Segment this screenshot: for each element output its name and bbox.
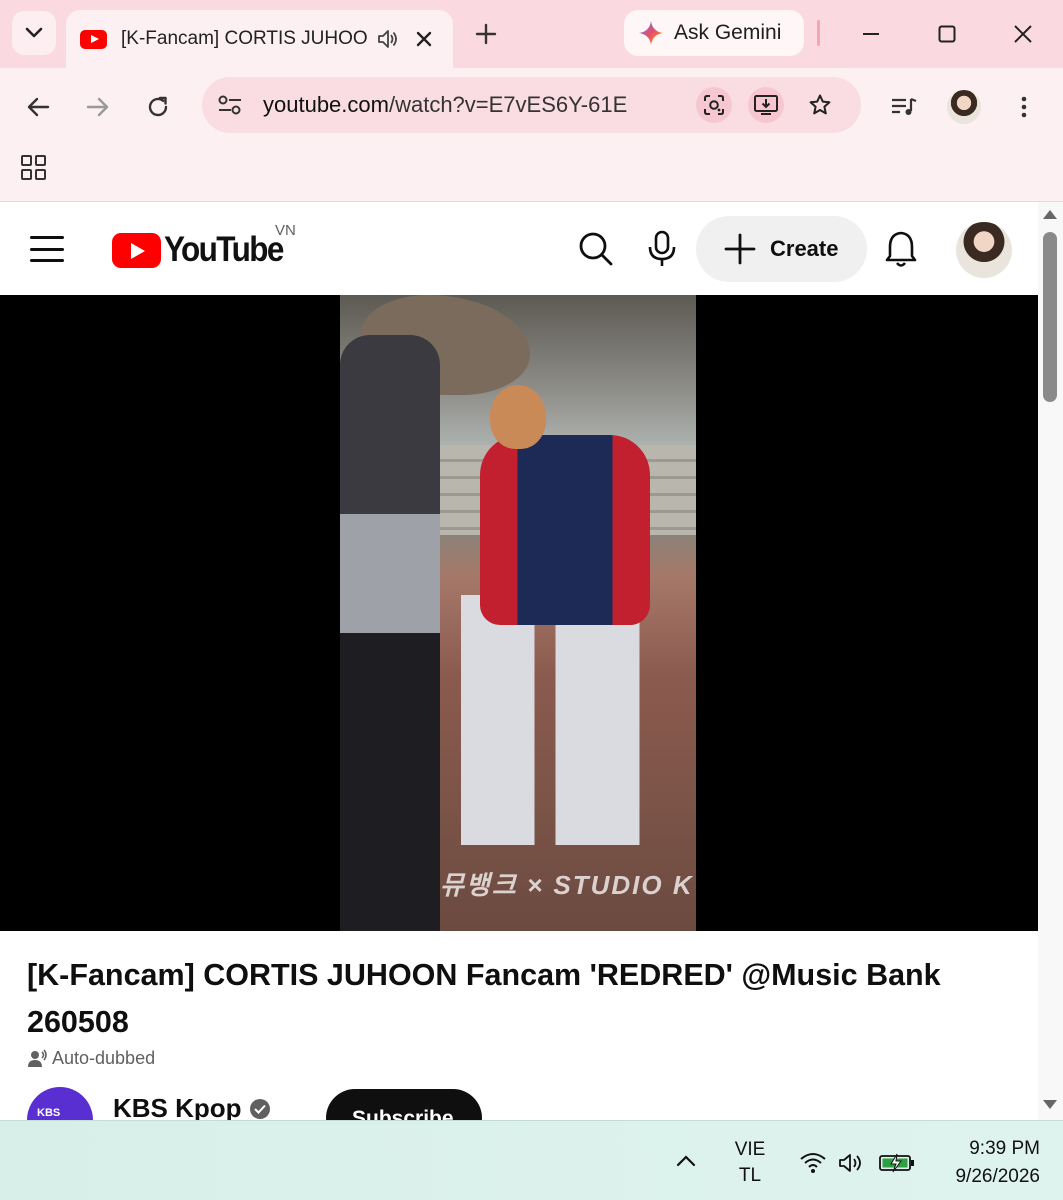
windows-taskbar: VIE TL 9:39 PM 9/26/2026 xyxy=(0,1120,1063,1200)
video-watermark: 뮤뱅크 × STUDIO K xyxy=(440,870,694,900)
forward-arrow-icon[interactable] xyxy=(78,87,118,127)
profile-avatar[interactable] xyxy=(944,87,984,127)
new-tab-plus-icon[interactable] xyxy=(470,18,502,50)
video-frame[interactable]: 뮤뱅크 × STUDIO K xyxy=(340,295,696,931)
language-line1: VIE xyxy=(734,1139,766,1160)
create-button[interactable]: Create xyxy=(696,216,867,282)
back-arrow-icon[interactable] xyxy=(18,87,58,127)
youtube-play-logo-icon xyxy=(112,232,161,268)
search-icon[interactable] xyxy=(574,227,618,271)
active-tab[interactable]: [K-Fancam] CORTIS JUHOON Fancam 'REDRED'… xyxy=(66,10,453,68)
video-scene-dancer-legs xyxy=(440,595,650,845)
notifications-bell-icon[interactable] xyxy=(879,227,923,271)
video-scene-dancer-head xyxy=(490,385,546,449)
volume-icon[interactable] xyxy=(836,1148,866,1178)
tab-close-icon[interactable] xyxy=(411,26,437,52)
plus-icon xyxy=(724,233,756,265)
tab-audio-icon[interactable] xyxy=(375,26,401,52)
auto-dub-speaker-icon xyxy=(28,1049,47,1067)
scroll-down-arrow-icon[interactable] xyxy=(1043,1100,1057,1109)
tab-search-button[interactable] xyxy=(12,11,56,55)
google-lens-icon[interactable] xyxy=(696,87,732,123)
clock-date: 9/26/2026 xyxy=(955,1166,1040,1187)
verified-check-icon xyxy=(249,1098,270,1119)
reload-icon[interactable] xyxy=(138,87,178,127)
language-line2: TL xyxy=(738,1165,762,1186)
battery-charging-icon[interactable] xyxy=(878,1148,916,1178)
youtube-masthead: YouTube VN Create xyxy=(0,202,1038,295)
auto-dubbed-label: Auto-dubbed xyxy=(52,1048,156,1068)
video-title: [K-Fancam] CORTIS JUHOON Fancam 'REDRED'… xyxy=(27,958,941,1039)
ask-gemini-button[interactable]: Ask Gemini xyxy=(624,10,804,56)
scroll-up-arrow-icon[interactable] xyxy=(1043,210,1057,219)
maximize-icon[interactable] xyxy=(924,14,970,54)
taskbar-clock[interactable]: 9:39 PM 9/26/2026 xyxy=(930,1135,1040,1191)
window-close-icon[interactable] xyxy=(1000,14,1046,54)
address-bar[interactable]: youtube.com/watch?v=E7vES6Y-61E xyxy=(202,77,861,133)
tab-title: [K-Fancam] CORTIS JUHOON Fancam 'REDRED'… xyxy=(121,28,367,49)
browser-menu-kebab-icon[interactable] xyxy=(1004,87,1044,127)
video-player[interactable]: 뮤뱅크 × STUDIO K xyxy=(0,295,1038,931)
country-code: VN xyxy=(275,222,296,239)
youtube-favicon-icon xyxy=(80,29,107,49)
bookmark-star-icon[interactable] xyxy=(802,87,838,123)
video-scene-dancer-jacket xyxy=(480,435,650,625)
ask-gemini-label: Ask Gemini xyxy=(674,21,782,44)
scrollbar-thumb[interactable] xyxy=(1043,232,1057,402)
page-scrollbar[interactable] xyxy=(1038,202,1063,1120)
wifi-icon[interactable] xyxy=(798,1148,828,1178)
voice-search-mic-icon[interactable] xyxy=(640,227,684,271)
profile-avatar-image xyxy=(947,90,981,124)
tabstrip-divider xyxy=(817,20,820,46)
show-hidden-icons-chevron-up-icon[interactable] xyxy=(672,1149,700,1173)
account-avatar[interactable] xyxy=(956,222,1012,278)
video-scene-person-left xyxy=(340,335,440,931)
url-text[interactable]: youtube.com/watch?v=E7vES6Y-61E xyxy=(263,92,627,118)
guide-menu-icon[interactable] xyxy=(30,236,64,262)
media-control-icon[interactable] xyxy=(884,87,924,127)
channel-avatar-text: KBS xyxy=(37,1107,61,1119)
chevron-down-icon xyxy=(25,27,43,38)
gemini-sparkle-icon xyxy=(639,21,663,45)
browser-tabstrip: [K-Fancam] CORTIS JUHOON Fancam 'REDRED'… xyxy=(0,0,1063,68)
site-info-tune-icon[interactable] xyxy=(214,89,246,121)
clock-time: 9:39 PM xyxy=(969,1138,1040,1159)
apps-grid-icon[interactable] xyxy=(20,154,48,182)
create-button-label: Create xyxy=(770,236,839,261)
install-app-icon[interactable] xyxy=(748,87,784,123)
auto-dubbed-badge: Auto-dubbed xyxy=(28,1048,155,1069)
youtube-logo[interactable]: YouTube VN xyxy=(112,222,296,270)
minimize-icon[interactable] xyxy=(848,14,894,54)
input-language-indicator[interactable]: VIE TL xyxy=(724,1137,776,1189)
bookmarks-bar xyxy=(0,144,1063,202)
youtube-logo-text: YouTube xyxy=(164,230,284,269)
browser-toolbar: youtube.com/watch?v=E7vES6Y-61E xyxy=(0,68,1063,144)
